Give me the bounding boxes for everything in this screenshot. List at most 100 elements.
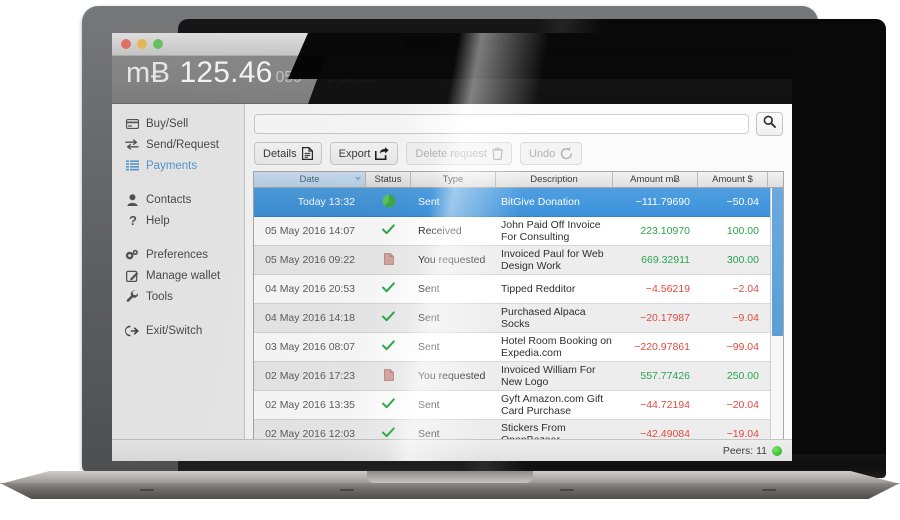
sidebar-divider-2: [112, 231, 244, 244]
exit-icon: [125, 325, 139, 337]
table-row[interactable]: 04 May 2016 14:18 Sent Purchased Alpaca …: [254, 304, 783, 333]
sidebar-item-manage-wallet[interactable]: Manage wallet: [112, 265, 244, 286]
sidebar-item-label: Tools: [146, 290, 173, 303]
table-row[interactable]: 02 May 2016 17:23 You requested Invoiced…: [254, 362, 783, 391]
exchange-icon: [125, 139, 139, 150]
cell-status: [366, 391, 411, 419]
close-button[interactable]: [121, 39, 131, 49]
sidebar-item-exit-switch[interactable]: Exit/Switch: [112, 320, 244, 341]
cell-amount-fiat: 300.00: [726, 254, 759, 266]
confirming-icon: [382, 194, 396, 211]
delete-request-button[interactable]: Delete request: [406, 142, 512, 165]
table-row[interactable]: Today 13:32 Sent BitGive Donation −111.7…: [254, 188, 783, 217]
sidebar-item-label: Contacts: [146, 193, 192, 206]
status-bar: Peers: 11: [112, 439, 792, 461]
undo-button[interactable]: Undo: [519, 142, 583, 165]
cell-amount-fiat: −50.04: [726, 196, 759, 208]
payments-panel: Details Export Delete request Undo Date …: [245, 104, 792, 439]
undo-label: Undo: [528, 147, 556, 160]
sidebar-item-preferences[interactable]: Preferences: [112, 244, 244, 265]
table-row[interactable]: 05 May 2016 09:22 You requested Invoiced…: [254, 246, 783, 275]
cell-amount-fiat: 250.00: [726, 370, 759, 382]
laptop-base-front: [0, 483, 900, 499]
cell-status: [366, 362, 411, 390]
cell-description: Invoiced William For New Logo: [501, 364, 596, 388]
card-icon: [125, 118, 139, 129]
cell-description: Stickers From OpenBazaar: [501, 422, 566, 439]
column-header-status[interactable]: Status: [366, 172, 411, 187]
search-button[interactable]: [756, 112, 783, 136]
cell-amount-fiat: −99.04: [726, 341, 759, 353]
cell-type: Sent: [418, 283, 440, 295]
cell-status: [366, 333, 411, 361]
table-row[interactable]: 02 May 2016 12:03 Sent Stickers From Ope…: [254, 420, 783, 439]
check-icon: [382, 427, 395, 439]
cell-description: Gyft Amazon.com Gift Card Purchase: [501, 393, 604, 417]
table-body: Today 13:32 Sent BitGive Donation −111.7…: [254, 188, 783, 439]
payments-toolbar: Details Export Delete request Undo: [245, 140, 792, 171]
column-header-amount-btc[interactable]: Amount mɃ: [613, 172, 698, 187]
cell-amount-btc: −44.72194: [640, 399, 690, 411]
cell-type: You requested: [418, 370, 486, 382]
column-header-amount-fiat[interactable]: Amount $: [698, 172, 768, 187]
cell-status: [366, 246, 411, 274]
sidebar-item-send-request[interactable]: Send/Request: [112, 134, 244, 155]
document-icon: [301, 147, 313, 160]
gears-icon: [125, 249, 139, 261]
check-icon: [382, 311, 395, 325]
undo-icon: [560, 147, 573, 160]
check-icon: [382, 398, 395, 412]
column-header-type[interactable]: Type: [411, 172, 496, 187]
table-row[interactable]: 04 May 2016 20:53 Sent Tipped Redditor −…: [254, 275, 783, 304]
export-button[interactable]: Export: [329, 142, 399, 165]
peers-label: Peers: 11: [722, 444, 767, 457]
cell-amount-btc: 557.77426: [640, 370, 690, 382]
sidebar-item-label: Send/Request: [146, 138, 219, 151]
check-icon: [382, 282, 395, 296]
sidebar-item-tools[interactable]: Tools: [112, 286, 244, 307]
sidebar-item-contacts[interactable]: Contacts: [112, 189, 244, 210]
cell-amount-btc: −42.49084: [640, 428, 690, 439]
delete-request-label: Delete request: [415, 147, 487, 160]
fiat-currency-symbol: $: [325, 69, 335, 86]
laptop-foot: [140, 489, 154, 491]
check-icon: [382, 224, 395, 238]
table-row[interactable]: 03 May 2016 08:07 Sent Hotel Room Bookin…: [254, 333, 783, 362]
sidebar-item-buy-sell[interactable]: Buy/Sell: [112, 113, 244, 134]
cell-amount-btc: −220.97861: [634, 341, 690, 353]
column-header-date[interactable]: Date: [254, 172, 366, 187]
sidebar-item-label: Preferences: [146, 248, 209, 261]
cell-type: Received: [418, 225, 462, 237]
wrench-icon: [125, 290, 139, 303]
request-icon: [383, 368, 394, 384]
application-body: Buy/Sell Send/Request Payments Contacts …: [112, 104, 792, 439]
cell-status: [366, 304, 411, 332]
minimize-button[interactable]: [137, 39, 147, 49]
laptop-foot: [762, 489, 776, 491]
cell-amount-fiat: 100.00: [726, 225, 759, 237]
details-button[interactable]: Details: [254, 142, 322, 165]
balance-separator: ~: [311, 69, 320, 86]
scrollbar-thumb[interactable]: [772, 188, 783, 336]
sidebar-item-help[interactable]: ? Help: [112, 210, 244, 231]
request-icon: [383, 252, 394, 268]
table-row[interactable]: 02 May 2016 13:35 Sent Gyft Amazon.com G…: [254, 391, 783, 420]
table-vertical-scrollbar[interactable]: [770, 188, 783, 439]
table-row[interactable]: 05 May 2016 14:07 Received John Paid Off…: [254, 217, 783, 246]
cell-date: 05 May 2016 09:22: [265, 254, 355, 266]
balance-amount: 125.46: [179, 56, 273, 89]
sidebar-divider-1: [112, 176, 244, 189]
search-input[interactable]: [254, 114, 749, 134]
column-header-label: Date: [299, 174, 320, 185]
details-label: Details: [263, 147, 297, 160]
cell-amount-btc: 223.10970: [640, 225, 690, 237]
cell-type: Sent: [418, 341, 440, 353]
sidebar-item-label: Buy/Sell: [146, 117, 189, 130]
cell-amount-btc: −111.79690: [635, 196, 690, 208]
zoom-button[interactable]: [153, 39, 163, 49]
sidebar-item-payments[interactable]: Payments: [112, 155, 244, 176]
cell-amount-btc: −4.56219: [645, 283, 690, 295]
column-header-description[interactable]: Description: [496, 172, 613, 187]
laptop-base-notch: [367, 471, 533, 483]
window-controls[interactable]: [121, 39, 163, 49]
